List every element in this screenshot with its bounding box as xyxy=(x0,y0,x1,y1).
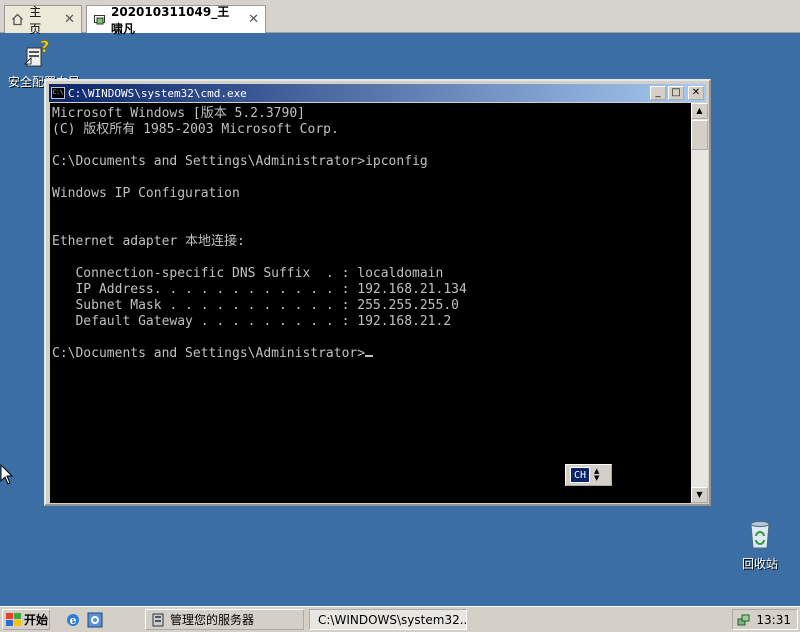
console-line: Windows IP Configuration xyxy=(52,186,240,201)
console-area[interactable]: Microsoft Windows [版本 5.2.3790] (C) 版权所有 … xyxy=(50,103,691,503)
desktop-icon-label: 回收站 xyxy=(741,557,778,571)
cmd-window[interactable]: C:\ C:\WINDOWS\system32\cmd.exe _ □ ✕ Mi… xyxy=(44,79,711,506)
maximize-button[interactable]: □ xyxy=(668,86,684,100)
browser-icon xyxy=(87,612,103,628)
start-button[interactable]: 开始 xyxy=(2,609,50,630)
taskbar-item-label: C:\WINDOWS\system32... xyxy=(318,612,467,627)
desktop-icon-recycle-bin[interactable]: 回收站 xyxy=(730,518,790,572)
close-button[interactable]: ✕ xyxy=(688,86,704,100)
taskbar-item-server-manager[interactable]: 管理您的服务器 xyxy=(145,609,304,630)
scroll-up-button[interactable]: ▲ xyxy=(691,103,708,119)
prompt-line: C:\Documents and Settings\Administrator> xyxy=(52,346,689,362)
taskbar-item-label: 管理您的服务器 xyxy=(170,613,255,627)
windows-logo-icon xyxy=(6,613,21,626)
tab-vm[interactable]: 202010311049_王啸凡 ✕ xyxy=(86,5,266,36)
security-wizard-icon: ? xyxy=(24,37,50,67)
ime-indicator[interactable]: CH ▲ ▼ xyxy=(565,464,612,486)
home-icon xyxy=(11,13,24,27)
server-manager-icon xyxy=(152,613,164,626)
close-icon[interactable]: ✕ xyxy=(248,12,259,27)
console-line: Default Gateway . . . . . . . . . : 192.… xyxy=(52,314,452,329)
system-tray: 13:31 xyxy=(732,609,798,630)
start-label: 开始 xyxy=(24,613,49,627)
scroll-thumb[interactable] xyxy=(691,120,708,150)
cmd-title-bar[interactable]: C:\ C:\WINDOWS\system32\cmd.exe _ □ ✕ xyxy=(49,84,706,102)
ime-menu-icon[interactable]: ▲ ▼ xyxy=(594,468,599,482)
minimize-button[interactable]: _ xyxy=(650,86,666,100)
tab-vm-label: 202010311049_王啸凡 xyxy=(111,4,230,36)
taskbar-item-cmd[interactable]: C:\ C:\WINDOWS\system32... xyxy=(309,609,467,630)
internet-explorer-icon: e xyxy=(67,614,79,627)
ime-language: CH xyxy=(570,467,590,483)
ie-quicklaunch[interactable]: e xyxy=(64,611,82,629)
console-line: C:\Documents and Settings\Administrator>… xyxy=(52,154,428,169)
vertical-scrollbar[interactable]: ▲ ▼ xyxy=(691,103,708,503)
svg-text:e: e xyxy=(70,614,77,627)
tab-home-label: 主页 xyxy=(29,4,42,36)
mouse-pointer-icon xyxy=(0,464,14,485)
console-line: Connection-specific DNS Suffix . : local… xyxy=(52,266,444,281)
console-line: Microsoft Windows [版本 5.2.3790] xyxy=(52,106,305,121)
tab-home[interactable]: 主页 ✕ xyxy=(4,5,82,36)
cmd-title: C:\WINDOWS\system32\cmd.exe xyxy=(68,86,247,100)
recycle-bin-icon xyxy=(750,521,770,549)
console-prompt: C:\Documents and Settings\Administrator> xyxy=(52,346,366,361)
console-line: Subnet Mask . . . . . . . . . . . : 255.… xyxy=(52,298,459,313)
vm-icon xyxy=(93,13,106,27)
svg-text:?: ? xyxy=(40,38,49,56)
cmd-icon: C:\ xyxy=(51,87,65,99)
vm-tab-strip: 主页 ✕ 202010311049_王啸凡 ✕ xyxy=(0,0,800,36)
taskbar: 开始 e 管理您的服务器 C:\ C:\WINDOWS\system32... … xyxy=(0,606,800,632)
text-cursor xyxy=(365,355,374,357)
clock[interactable]: 13:31 xyxy=(756,613,791,627)
browser-quicklaunch[interactable] xyxy=(86,611,104,629)
console-line: IP Address. . . . . . . . . . . . : 192.… xyxy=(52,282,467,297)
console-line: Ethernet adapter 本地连接: xyxy=(52,234,245,249)
close-icon[interactable]: ✕ xyxy=(64,12,75,27)
network-icon[interactable] xyxy=(737,613,751,627)
console-line: (C) 版权所有 1985-2003 Microsoft Corp. xyxy=(52,122,339,137)
console-output: Microsoft Windows [版本 5.2.3790] (C) 版权所有 … xyxy=(50,103,691,365)
scroll-down-button[interactable]: ▼ xyxy=(691,487,708,503)
